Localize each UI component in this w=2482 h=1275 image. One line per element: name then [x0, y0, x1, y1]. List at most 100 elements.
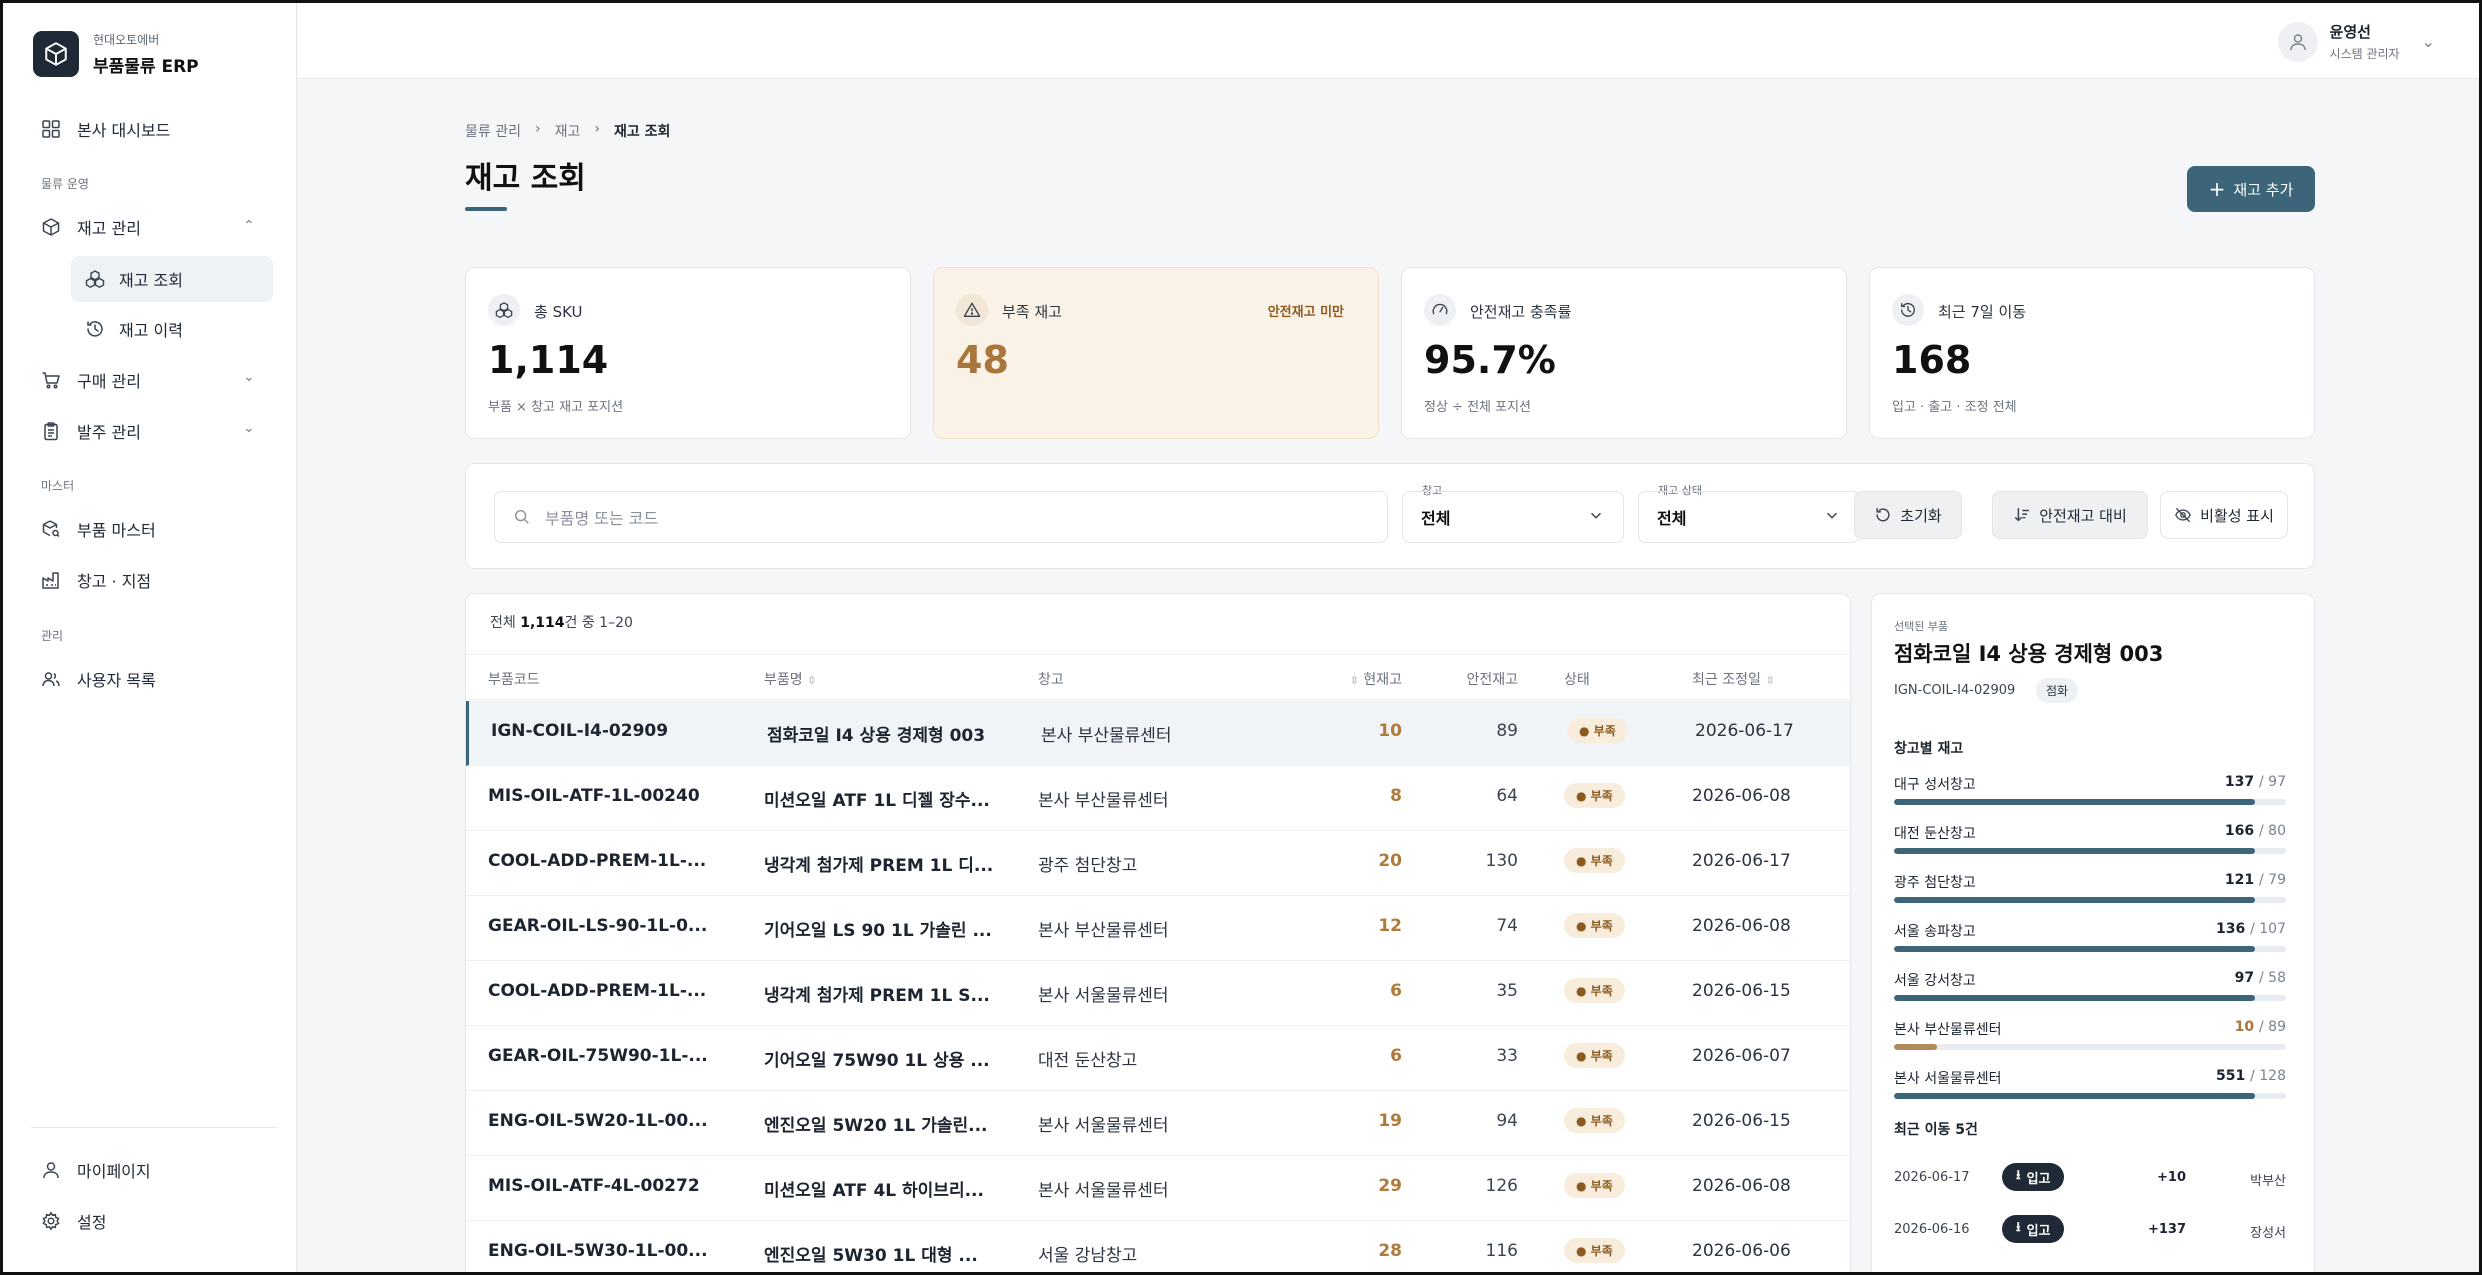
sidebar-divider — [31, 1127, 277, 1128]
chevron-down-icon[interactable]: ⌄ — [243, 420, 255, 436]
move-type-badge: ⭳ 입고 — [2002, 1163, 2065, 1191]
stock-safety: / 89 — [2259, 1019, 2286, 1035]
col-name[interactable]: 부품명 ⇳ — [764, 669, 816, 689]
add-inventory-button[interactable]: + 재고 추가 — [2187, 166, 2315, 212]
boxes-icon — [85, 270, 105, 288]
cell-qty: 29 — [1378, 1176, 1402, 1196]
plus-icon: + — [2208, 177, 2226, 201]
title-underline — [465, 207, 507, 211]
stock-bar-fill — [1894, 897, 2255, 903]
warehouse-stock-row: 서울 송파창고 136 / 107 — [1894, 921, 2286, 961]
chevron-down-icon[interactable]: ⌄ — [243, 369, 255, 385]
user-name: 윤영선 — [2329, 23, 2371, 41]
cell-code: ENG-OIL-5W30-1L-00... — [488, 1241, 708, 1261]
stock-bar-fill — [1894, 1044, 1938, 1050]
status-select[interactable]: 전체 — [1638, 491, 1860, 543]
reset-button[interactable]: 초기화 — [1854, 491, 1962, 539]
show-inactive-label: 비활성 표시 — [2200, 506, 2274, 525]
cell-safety: 35 — [1496, 981, 1518, 1001]
table-row[interactable]: GEAR-OIL-75W90-1L-... 기어오일 75W90 1L 상용 ..… — [466, 1026, 1850, 1091]
sort-icon — [2015, 507, 2030, 522]
table-row[interactable]: COOL-ADD-PREM-1L-... 냉각계 첨가제 PREM 1L 디...… — [466, 831, 1850, 896]
stock-safety: / 80 — [2259, 823, 2286, 839]
safety-sort-label: 안전재고 대비 — [2039, 506, 2127, 525]
cell-date: 2026-06-08 — [1692, 916, 1791, 936]
cell-name: 엔진오일 5W30 1L 대형 ... — [764, 1246, 978, 1266]
breadcrumb-current: 재고 조회 — [613, 124, 671, 140]
nav-purchase-label: 구매 관리 — [77, 372, 141, 391]
table-row[interactable]: ENG-OIL-5W30-1L-00... 엔진오일 5W30 1L 대형 ...… — [466, 1221, 1850, 1272]
chevron-up-icon[interactable]: ⌃ — [243, 218, 255, 234]
cell-code: ENG-OIL-5W20-1L-00... — [488, 1111, 708, 1131]
stock-bar — [1894, 995, 2286, 1001]
part-detail-panel: 선택된 부품 점화코일 I4 상용 경제형 003 IGN-COIL-I4-02… — [1871, 593, 2315, 1272]
breadcrumb-item[interactable]: 물류 관리 — [465, 121, 521, 141]
safety-sort-button[interactable]: 안전재고 대비 — [1992, 491, 2148, 539]
cell-qty: 12 — [1378, 916, 1402, 936]
kpi-card-shortage[interactable]: 부족 재고 안전재고 미만 48 — [933, 267, 1379, 439]
col-date[interactable]: 최근 조정일 ⇳ — [1692, 669, 1775, 689]
table-row[interactable]: MIS-OIL-ATF-1L-00240 미션오일 ATF 1L 디젤 장수...… — [466, 766, 1850, 831]
move-date: 2026-06-17 — [1894, 1170, 1970, 1185]
clipboard-icon — [44, 422, 58, 441]
table-row[interactable]: GEAR-OIL-LS-90-1L-0... 기어오일 LS 90 1L 가솔린 … — [466, 896, 1850, 961]
col-code: 부품코드 — [488, 672, 540, 688]
user-menu[interactable]: 윤영선 시스템 관리자 ⌄ — [2277, 21, 2435, 62]
table-row[interactable]: COOL-ADD-PREM-1L-... 냉각계 첨가제 PREM 1L S...… — [466, 961, 1850, 1026]
move-row[interactable]: 2026-06-17 ⭳ 입고 +10 박부산 — [1894, 1163, 2286, 1193]
nav-users[interactable]: 사용자 목록 — [41, 664, 156, 694]
kpi-badge: 안전재고 미만 — [1267, 305, 1344, 320]
cell-code: MIS-OIL-ATF-1L-00240 — [488, 786, 700, 806]
stock-bar — [1894, 1044, 2286, 1050]
subnav-inventory-history[interactable]: 재고 이력 — [71, 306, 273, 352]
cell-name: 기어오일 LS 90 1L 가솔린 ... — [764, 921, 992, 941]
stock-bar-fill — [1894, 995, 2255, 1001]
col-safety: 안전재고 — [1466, 672, 1518, 688]
table-row[interactable]: IGN-COIL-I4-02909 점화코일 I4 상용 경제형 003 본사 부산… — [466, 701, 1850, 766]
table-row[interactable]: MIS-OIL-ATF-4L-00272 미션오일 ATF 4L 하이브리... 본… — [466, 1156, 1850, 1221]
warehouse-stock-row: 대구 성서창고 137 / 97 — [1894, 774, 2286, 814]
warehouse-stock-row: 본사 부산물류센터 10 / 89 — [1894, 1019, 2286, 1059]
cell-warehouse: 본사 부산물류센터 — [1041, 726, 1172, 746]
table-row[interactable]: ENG-OIL-5W20-1L-00... 엔진오일 5W20 1L 가솔린...… — [466, 1091, 1850, 1156]
recent-moves-title: 최근 이동 5건 — [1894, 1122, 1978, 1138]
cell-qty: 19 — [1378, 1111, 1402, 1131]
nav-settings[interactable]: 설정 — [41, 1206, 106, 1236]
warehouse-select[interactable]: 전체 — [1402, 491, 1624, 543]
chevron-down-icon[interactable]: ⌄ — [2422, 32, 2435, 51]
move-type-badge: ⭳ 입고 — [2002, 1215, 2065, 1243]
stock-qty: 121 — [2224, 872, 2255, 888]
nav-warehouse[interactable]: 창고 · 지점 — [41, 565, 151, 595]
nav-order[interactable]: 발주 관리 — [41, 416, 141, 446]
kpi-label: 부족 재고 — [1002, 303, 1062, 321]
nav-dashboard[interactable]: 본사 대시보드 — [41, 114, 170, 144]
show-inactive-button[interactable]: 비활성 표시 — [2160, 491, 2288, 539]
move-row[interactable]: 2026-06-16 ⭳ 입고 +137 장성서 — [1894, 1215, 2286, 1245]
nav-inventory[interactable]: 재고 관리 — [41, 212, 141, 242]
brand[interactable]: 현대오토에버 부품물류 ERP — [33, 31, 199, 77]
status-badge: ● 부족 — [1564, 1108, 1625, 1133]
user-icon — [2289, 33, 2306, 50]
col-date-label: 최근 조정일 — [1692, 672, 1761, 688]
inventory-table: 전체 1,114건 중 1–20 부품코드 부품명 ⇳ 창고 ⇳ 현재고 안전재… — [465, 593, 1851, 1272]
stock-bar-fill — [1894, 1093, 2255, 1099]
cell-date: 2026-06-15 — [1692, 1111, 1791, 1131]
search-input[interactable]: 부품명 또는 코드 — [494, 491, 1388, 543]
col-qty-label: 현재고 — [1363, 672, 1402, 688]
nav-parts-master[interactable]: 부품 마스터 — [41, 514, 156, 544]
nav-section-master: 마스터 — [41, 479, 75, 493]
cell-status: ● 부족 — [1564, 1173, 1625, 1198]
col-qty[interactable]: ⇳ 현재고 — [1350, 669, 1402, 689]
breadcrumb-item[interactable]: 재고 — [555, 121, 581, 141]
nav-purchase[interactable]: 구매 관리 — [41, 365, 141, 395]
subnav-inventory-lookup[interactable]: 재고 조회 — [71, 256, 273, 302]
sort-icon: ⇳ — [807, 674, 817, 687]
cell-warehouse: 본사 부산물류센터 — [1038, 921, 1169, 941]
cell-warehouse: 본사 부산물류센터 — [1038, 791, 1169, 811]
kpi-label: 총 SKU — [534, 303, 583, 321]
nav-mypage[interactable]: 마이페이지 — [41, 1155, 151, 1185]
move-user: 장성서 — [2250, 1226, 2286, 1241]
table-count: 전체 1,114건 중 1–20 — [490, 612, 633, 632]
cell-date: 2026-06-15 — [1692, 981, 1791, 1001]
warehouse-name: 대구 성서창고 — [1894, 777, 1976, 793]
